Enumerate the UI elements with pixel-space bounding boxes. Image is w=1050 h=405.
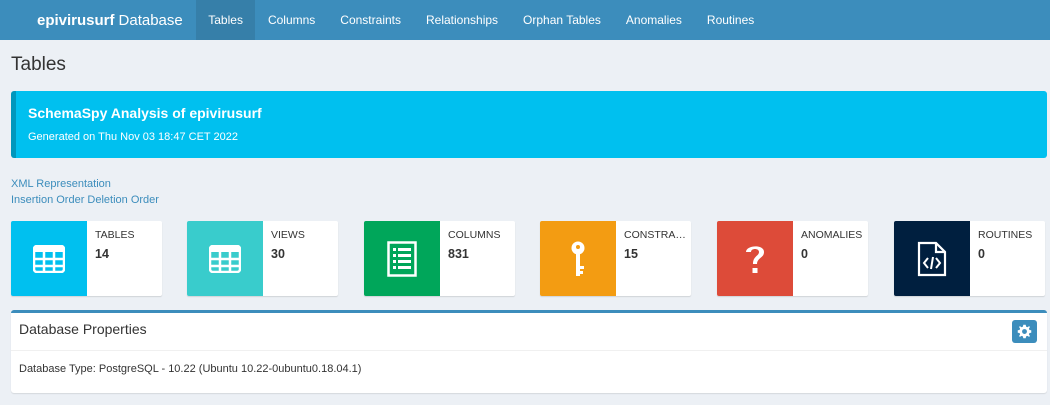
nav-tables[interactable]: Tables <box>195 0 256 40</box>
stat-label: TABLES <box>95 229 135 241</box>
database-type-text: Database Type: PostgreSQL - 10.22 (Ubunt… <box>19 363 362 375</box>
nav-columns[interactable]: Columns <box>255 0 327 40</box>
analysis-callout: SchemaSpy Analysis of epivirusurf Genera… <box>11 91 1047 158</box>
stat-value: 831 <box>448 247 469 261</box>
stat-box-columns[interactable]: COLUMNS 831 <box>364 221 515 296</box>
nav-constraints[interactable]: Constraints <box>328 0 414 40</box>
list-icon <box>364 221 440 296</box>
callout-title: SchemaSpy Analysis of epivirusurf <box>28 105 262 121</box>
stat-label: CONSTRAINTS <box>624 229 688 241</box>
top-navbar: epivirusurf Database Tables Columns Cons… <box>0 0 1050 40</box>
stat-value: 0 <box>978 247 985 261</box>
stat-box-anomalies[interactable]: ANOMALIES 0 <box>717 221 868 296</box>
stat-value: 0 <box>801 247 808 261</box>
stat-label: ANOMALIES <box>801 229 863 241</box>
stat-label: VIEWS <box>271 229 305 241</box>
stat-value: 14 <box>95 247 109 261</box>
stat-label: ROUTINES <box>978 229 1033 241</box>
panel-header: Database Properties <box>11 313 1047 351</box>
xml-representation-link[interactable]: XML Representation <box>11 178 111 190</box>
brand[interactable]: epivirusurf Database <box>0 0 196 40</box>
key-icon <box>540 221 616 296</box>
code-file-icon <box>894 221 970 296</box>
nav-relationships[interactable]: Relationships <box>414 0 511 40</box>
brand-name: epivirusurf <box>37 11 115 29</box>
stat-box-routines[interactable]: ROUTINES 0 <box>894 221 1045 296</box>
callout-subtitle: Generated on Thu Nov 03 18:47 CET 2022 <box>28 131 238 143</box>
gear-icon[interactable] <box>1012 320 1037 343</box>
brand-suffix: Database <box>118 11 183 29</box>
stat-box-tables[interactable]: TABLES 14 <box>11 221 162 296</box>
panel-title: Database Properties <box>19 321 147 337</box>
insertion-order-link[interactable]: Insertion Order Deletion Order <box>11 194 159 206</box>
question-icon <box>717 221 793 296</box>
database-properties-panel: Database Properties Database Type: Postg… <box>11 310 1047 393</box>
stat-value: 30 <box>271 247 285 261</box>
nav-anomalies[interactable]: Anomalies <box>613 0 694 40</box>
stat-value: 15 <box>624 247 638 261</box>
nav-routines[interactable]: Routines <box>694 0 766 40</box>
stat-box-views[interactable]: VIEWS 30 <box>187 221 338 296</box>
stat-box-constraints[interactable]: CONSTRAINTS 15 <box>540 221 691 296</box>
page-title: Tables <box>11 54 66 75</box>
nav-orphan-tables[interactable]: Orphan Tables <box>511 0 614 40</box>
stat-label: COLUMNS <box>448 229 501 241</box>
table-icon <box>11 221 87 296</box>
table-icon <box>187 221 263 296</box>
